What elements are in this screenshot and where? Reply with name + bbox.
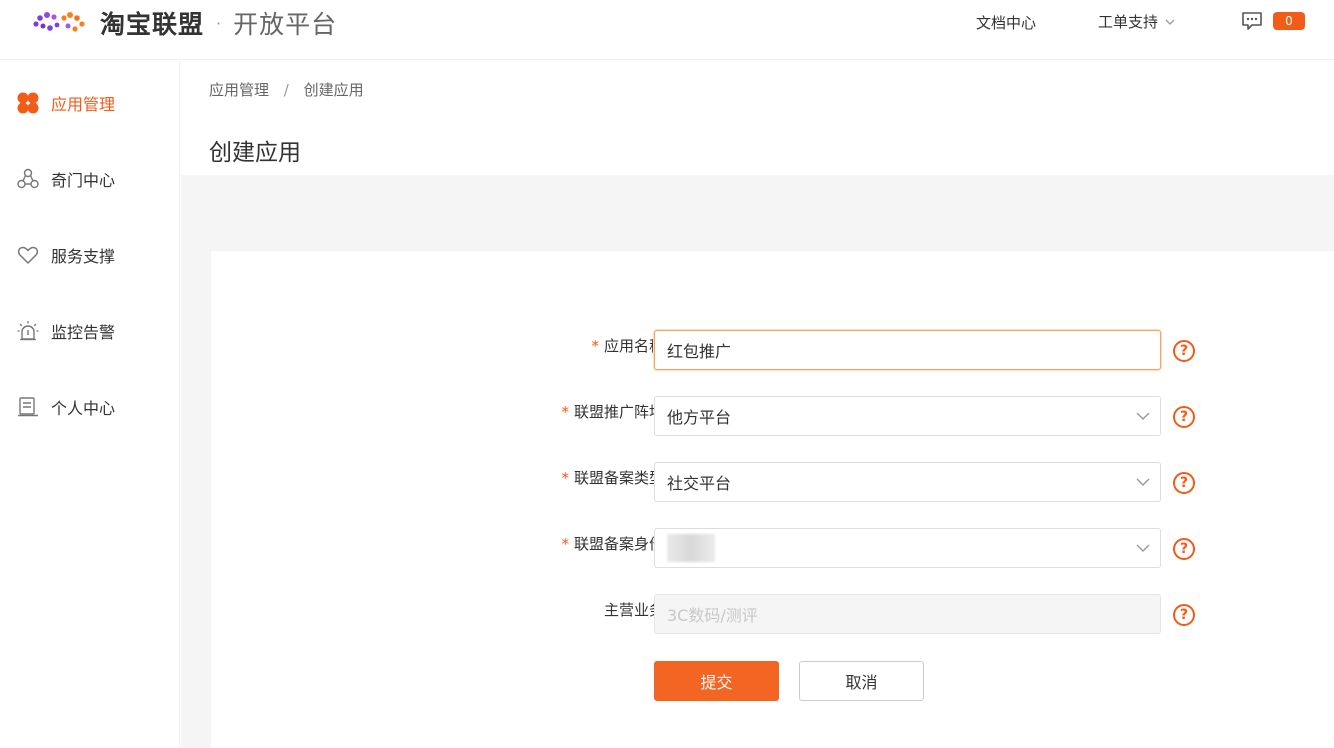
logo-brand-text: 淘宝联盟 <box>100 10 205 39</box>
nav-support-dropdown[interactable]: 工单支持 <box>1098 11 1176 32</box>
breadcrumb-separator: / <box>283 81 289 99</box>
form-row-main-business: 主营业务 3C数码/测评 ? <box>211 594 1334 634</box>
cancel-button[interactable]: 取消 <box>799 661 924 701</box>
breadcrumb-current: 创建应用 <box>303 81 364 99</box>
logo-subtitle: 开放平台 <box>233 10 338 39</box>
page-header: 应用管理 / 创建应用 创建应用 <box>181 61 1334 175</box>
blurred-value <box>667 534 715 562</box>
sidebar-item-label: 奇门中心 <box>51 171 116 190</box>
top-header: 淘宝联盟 · 开放平台 文档中心 工单支持 0 <box>0 0 1334 60</box>
main-business-input: 3C数码/测评 <box>654 594 1161 634</box>
sidebar-item-monitor[interactable]: 监控告警 <box>16 318 115 344</box>
app-name-input[interactable]: 红包推广 <box>654 330 1161 370</box>
record-type-select[interactable]: 社交平台 <box>654 462 1161 502</box>
main-business-value: 3C数码/测评 <box>667 606 758 625</box>
message-icon <box>1242 12 1262 30</box>
record-type-value: 社交平台 <box>667 474 732 493</box>
form-row-record-identity: * 联盟备案身份 ? <box>211 528 1334 568</box>
chevron-down-icon <box>1136 412 1150 420</box>
sidebar-item-label: 应用管理 <box>51 95 116 114</box>
page-title: 创建应用 <box>209 140 301 166</box>
help-icon[interactable]: ? <box>1173 604 1195 626</box>
form-row-record-type: * 联盟备案类型 社交平台 ? <box>211 462 1334 502</box>
nav-docs-link[interactable]: 文档中心 <box>976 12 1036 33</box>
sidebar-item-service[interactable]: 服务支撑 <box>16 242 115 268</box>
alarm-light-icon <box>16 319 40 343</box>
help-icon[interactable]: ? <box>1173 406 1195 428</box>
form-row-promo-site: * 联盟推广阵地 他方平台 ? <box>211 396 1334 436</box>
nav-support-label: 工单支持 <box>1098 13 1159 31</box>
form-row-app-name: * 应用名称 红包推广 ? <box>211 330 1334 370</box>
network-icon <box>16 167 40 191</box>
logo-separator: · <box>216 13 222 33</box>
logo[interactable]: 淘宝联盟 · 开放平台 <box>30 8 338 39</box>
chevron-down-icon <box>1165 19 1175 25</box>
message-count-badge: 0 <box>1273 12 1305 30</box>
breadcrumb: 应用管理 / 创建应用 <box>209 79 364 100</box>
help-icon[interactable]: ? <box>1173 472 1195 494</box>
required-mark: * <box>561 403 569 421</box>
sidebar-item-personal[interactable]: 个人中心 <box>16 394 115 420</box>
promo-site-label: * 联盟推广阵地 <box>561 403 664 421</box>
breadcrumb-parent-link[interactable]: 应用管理 <box>209 81 269 99</box>
required-mark: * <box>561 535 569 553</box>
submit-button[interactable]: 提交 <box>654 661 779 701</box>
help-icon[interactable]: ? <box>1173 340 1195 362</box>
promo-site-select[interactable]: 他方平台 <box>654 396 1161 436</box>
apps-grid-icon <box>16 91 40 115</box>
record-identity-label: * 联盟备案身份 <box>561 535 664 553</box>
main-content: 应用管理 / 创建应用 创建应用 * 应用名称 红包推广 ? * 联盟推广阵地 他方… <box>181 61 1334 748</box>
sidebar: 应用管理 奇门中心 服务支撑 监控告警 个人中心 <box>0 61 180 748</box>
required-mark: * <box>591 337 599 355</box>
record-type-label: * 联盟备案类型 <box>561 469 664 487</box>
sidebar-item-label: 个人中心 <box>51 399 116 418</box>
chevron-down-icon <box>1136 544 1150 552</box>
messages-button[interactable]: 0 <box>1241 11 1305 31</box>
help-icon[interactable]: ? <box>1173 538 1195 560</box>
chevron-down-icon <box>1136 478 1150 486</box>
logo-mark-icon <box>33 12 85 32</box>
sidebar-item-app-management[interactable]: 应用管理 <box>16 90 115 116</box>
app-name-value: 红包推广 <box>667 342 732 361</box>
required-mark: * <box>561 469 569 487</box>
heart-icon <box>16 243 40 267</box>
promo-site-value: 他方平台 <box>667 408 732 427</box>
sidebar-item-label: 监控告警 <box>51 323 116 342</box>
sidebar-item-label: 服务支撑 <box>51 247 116 266</box>
profile-card-icon <box>16 395 40 419</box>
create-app-form: *应用名称 红包推广 ? *联盟推广阵地 他方平台 ? *联盟备案类型 社 <box>211 251 1334 748</box>
sidebar-item-qimen[interactable]: 奇门中心 <box>16 166 115 192</box>
form-actions: 提交 取消 <box>211 661 1334 701</box>
record-identity-select[interactable] <box>654 528 1161 568</box>
